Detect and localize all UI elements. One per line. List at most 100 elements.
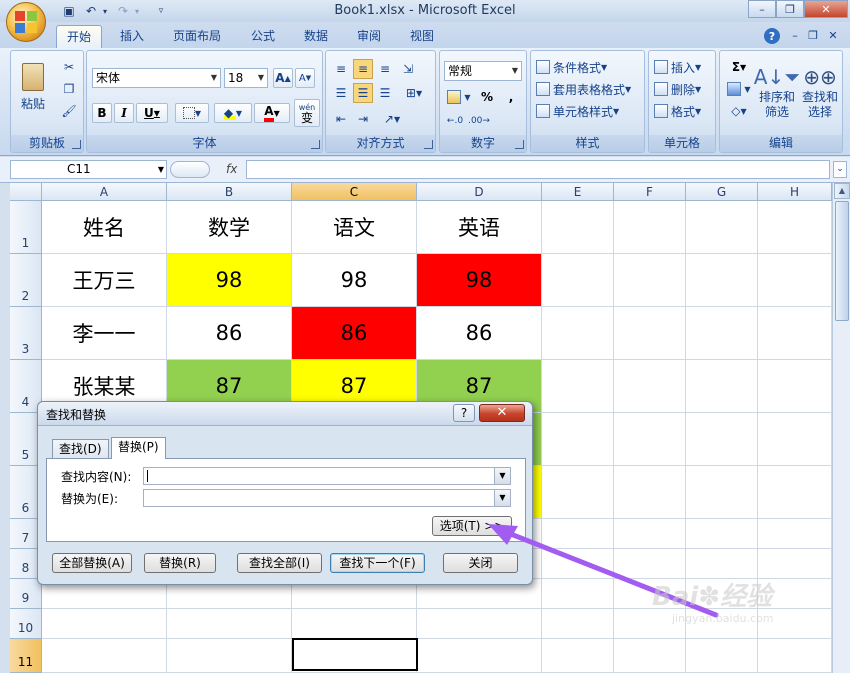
column-header-d[interactable]: D — [417, 183, 542, 201]
cell-c1[interactable]: 语文 — [292, 201, 417, 254]
cell-h3[interactable] — [758, 307, 832, 360]
percent-button[interactable]: % — [478, 87, 496, 107]
delete-cells-button[interactable]: 删除 ▼ — [653, 79, 713, 99]
orientation-icon[interactable]: ↗ ▼ — [376, 109, 408, 129]
cell-a11[interactable] — [42, 639, 167, 673]
replace-all-button[interactable]: 全部替换(A) — [52, 553, 132, 573]
bold-button[interactable]: B — [92, 103, 112, 123]
autosum-button[interactable]: Σ ▼ — [724, 57, 754, 77]
decrease-decimal-icon[interactable]: .00→ — [468, 111, 490, 131]
cell-a10[interactable] — [42, 609, 167, 639]
cut-icon[interactable]: ✂ — [59, 57, 79, 77]
scroll-up-icon[interactable]: ▲ — [834, 183, 850, 199]
column-header-c[interactable]: C — [292, 183, 417, 201]
cell-h11[interactable] — [758, 639, 832, 673]
cell-e6[interactable] — [542, 466, 614, 519]
cell-e3[interactable] — [542, 307, 614, 360]
name-box[interactable]: C11 ▼ — [10, 160, 167, 179]
cell-d3[interactable]: 86 — [417, 307, 542, 360]
cell-f6[interactable] — [614, 466, 686, 519]
cell-g6[interactable] — [686, 466, 758, 519]
tab-review[interactable]: 审阅 — [347, 25, 391, 48]
align-top-icon[interactable]: ≡ — [331, 59, 351, 79]
cell-g4[interactable] — [686, 360, 758, 413]
grow-font-button[interactable]: A ▲ — [273, 68, 293, 88]
row-header-11[interactable]: 11 — [10, 639, 42, 673]
column-header-e[interactable]: E — [542, 183, 614, 201]
help-icon[interactable]: ? — [764, 28, 780, 44]
minimize-button[interactable]: – — [748, 0, 776, 18]
italic-button[interactable]: I — [114, 103, 134, 123]
cell-e5[interactable] — [542, 413, 614, 466]
vertical-scrollbar[interactable]: ▲ — [832, 183, 850, 673]
column-header-a[interactable]: A — [42, 183, 167, 201]
workbook-close-icon[interactable]: ✕ — [826, 28, 840, 42]
cell-c10[interactable] — [292, 609, 417, 639]
row-header-10[interactable]: 10 — [10, 609, 42, 639]
chevron-down-icon[interactable]: ▼ — [494, 490, 510, 506]
column-header-g[interactable]: G — [686, 183, 758, 201]
column-header-b[interactable]: B — [167, 183, 292, 201]
cell-h6[interactable] — [758, 466, 832, 519]
cell-f11[interactable] — [614, 639, 686, 673]
dialog-help-button[interactable]: ? — [453, 404, 475, 422]
align-left-icon[interactable]: ☰ — [331, 83, 351, 103]
accounting-format-icon[interactable]: ▼ — [444, 87, 474, 107]
cell-b2[interactable]: 98 — [167, 254, 292, 307]
find-next-button[interactable]: 查找下一个(F) — [330, 553, 425, 573]
column-header-f[interactable]: F — [614, 183, 686, 201]
cell-a2[interactable]: 王万三 — [42, 254, 167, 307]
cell-e11[interactable] — [542, 639, 614, 673]
cell-h5[interactable] — [758, 413, 832, 466]
save-icon[interactable]: ▣ — [60, 2, 78, 20]
cell-f2[interactable] — [614, 254, 686, 307]
ribbon-restore-icon[interactable]: ❐ — [806, 28, 820, 42]
wrap-text-icon[interactable]: ⇲ — [398, 59, 418, 79]
chevron-down-icon[interactable]: ▼ — [494, 468, 510, 484]
cell-g5[interactable] — [686, 413, 758, 466]
cell-h4[interactable] — [758, 360, 832, 413]
find-select-button[interactable]: ⊕⊕ 查找和 选择 — [800, 55, 840, 129]
cell-b3[interactable]: 86 — [167, 307, 292, 360]
cell-d11[interactable] — [417, 639, 542, 673]
tab-replace[interactable]: 替换(P) — [111, 437, 166, 459]
redo-icon[interactable]: ↷ — [114, 2, 132, 20]
number-format-combo[interactable]: 常规 ▼ — [444, 61, 522, 81]
cell-f5[interactable] — [614, 413, 686, 466]
insert-function-button[interactable]: fx — [168, 160, 244, 179]
copy-icon[interactable]: ❐ — [59, 79, 79, 99]
row-header-3[interactable]: 3 — [10, 307, 42, 360]
tab-find[interactable]: 查找(D) — [52, 439, 109, 459]
replace-with-input[interactable]: ▼ — [143, 489, 511, 507]
tab-home[interactable]: 开始 — [56, 25, 103, 48]
conditional-format-button[interactable]: 条件格式 ▼ — [535, 57, 639, 77]
expand-formula-icon[interactable]: ⌄ — [833, 161, 847, 178]
scrollbar-thumb[interactable] — [835, 201, 849, 321]
row-header-1[interactable]: 1 — [10, 201, 42, 254]
merge-center-icon[interactable]: ⊞ ▼ — [398, 83, 430, 103]
sort-filter-button[interactable]: A↓⏷ 排序和 筛选 — [754, 55, 800, 129]
comma-button[interactable]: , — [502, 87, 520, 107]
tab-formulas[interactable]: 公式 — [241, 25, 285, 48]
fill-button[interactable]: ▼ — [724, 79, 754, 99]
cell-c3[interactable]: 86 — [292, 307, 417, 360]
increase-decimal-icon[interactable]: ←.0 — [444, 111, 466, 131]
clear-button[interactable]: ◇ ▼ — [724, 101, 754, 121]
undo-dropdown-icon[interactable]: ▾ — [100, 2, 110, 20]
format-painter-icon[interactable]: 🖌 — [59, 101, 79, 121]
font-size-combo[interactable]: 18 ▼ — [224, 68, 268, 88]
cell-h1[interactable] — [758, 201, 832, 254]
undo-icon[interactable]: ↶ — [82, 2, 100, 20]
align-center-icon[interactable]: ☰ — [353, 83, 373, 103]
select-all-corner[interactable] — [10, 183, 42, 201]
tab-insert[interactable]: 插入 — [110, 25, 154, 48]
cell-f4[interactable] — [614, 360, 686, 413]
office-button[interactable] — [6, 2, 46, 42]
find-what-input[interactable]: ▼ — [143, 467, 511, 485]
cell-h2[interactable] — [758, 254, 832, 307]
row-header-9[interactable]: 9 — [10, 579, 42, 609]
column-header-h[interactable]: H — [758, 183, 832, 201]
cell-c2[interactable]: 98 — [292, 254, 417, 307]
cell-d1[interactable]: 英语 — [417, 201, 542, 254]
format-cells-button[interactable]: 格式 ▼ — [653, 101, 713, 121]
